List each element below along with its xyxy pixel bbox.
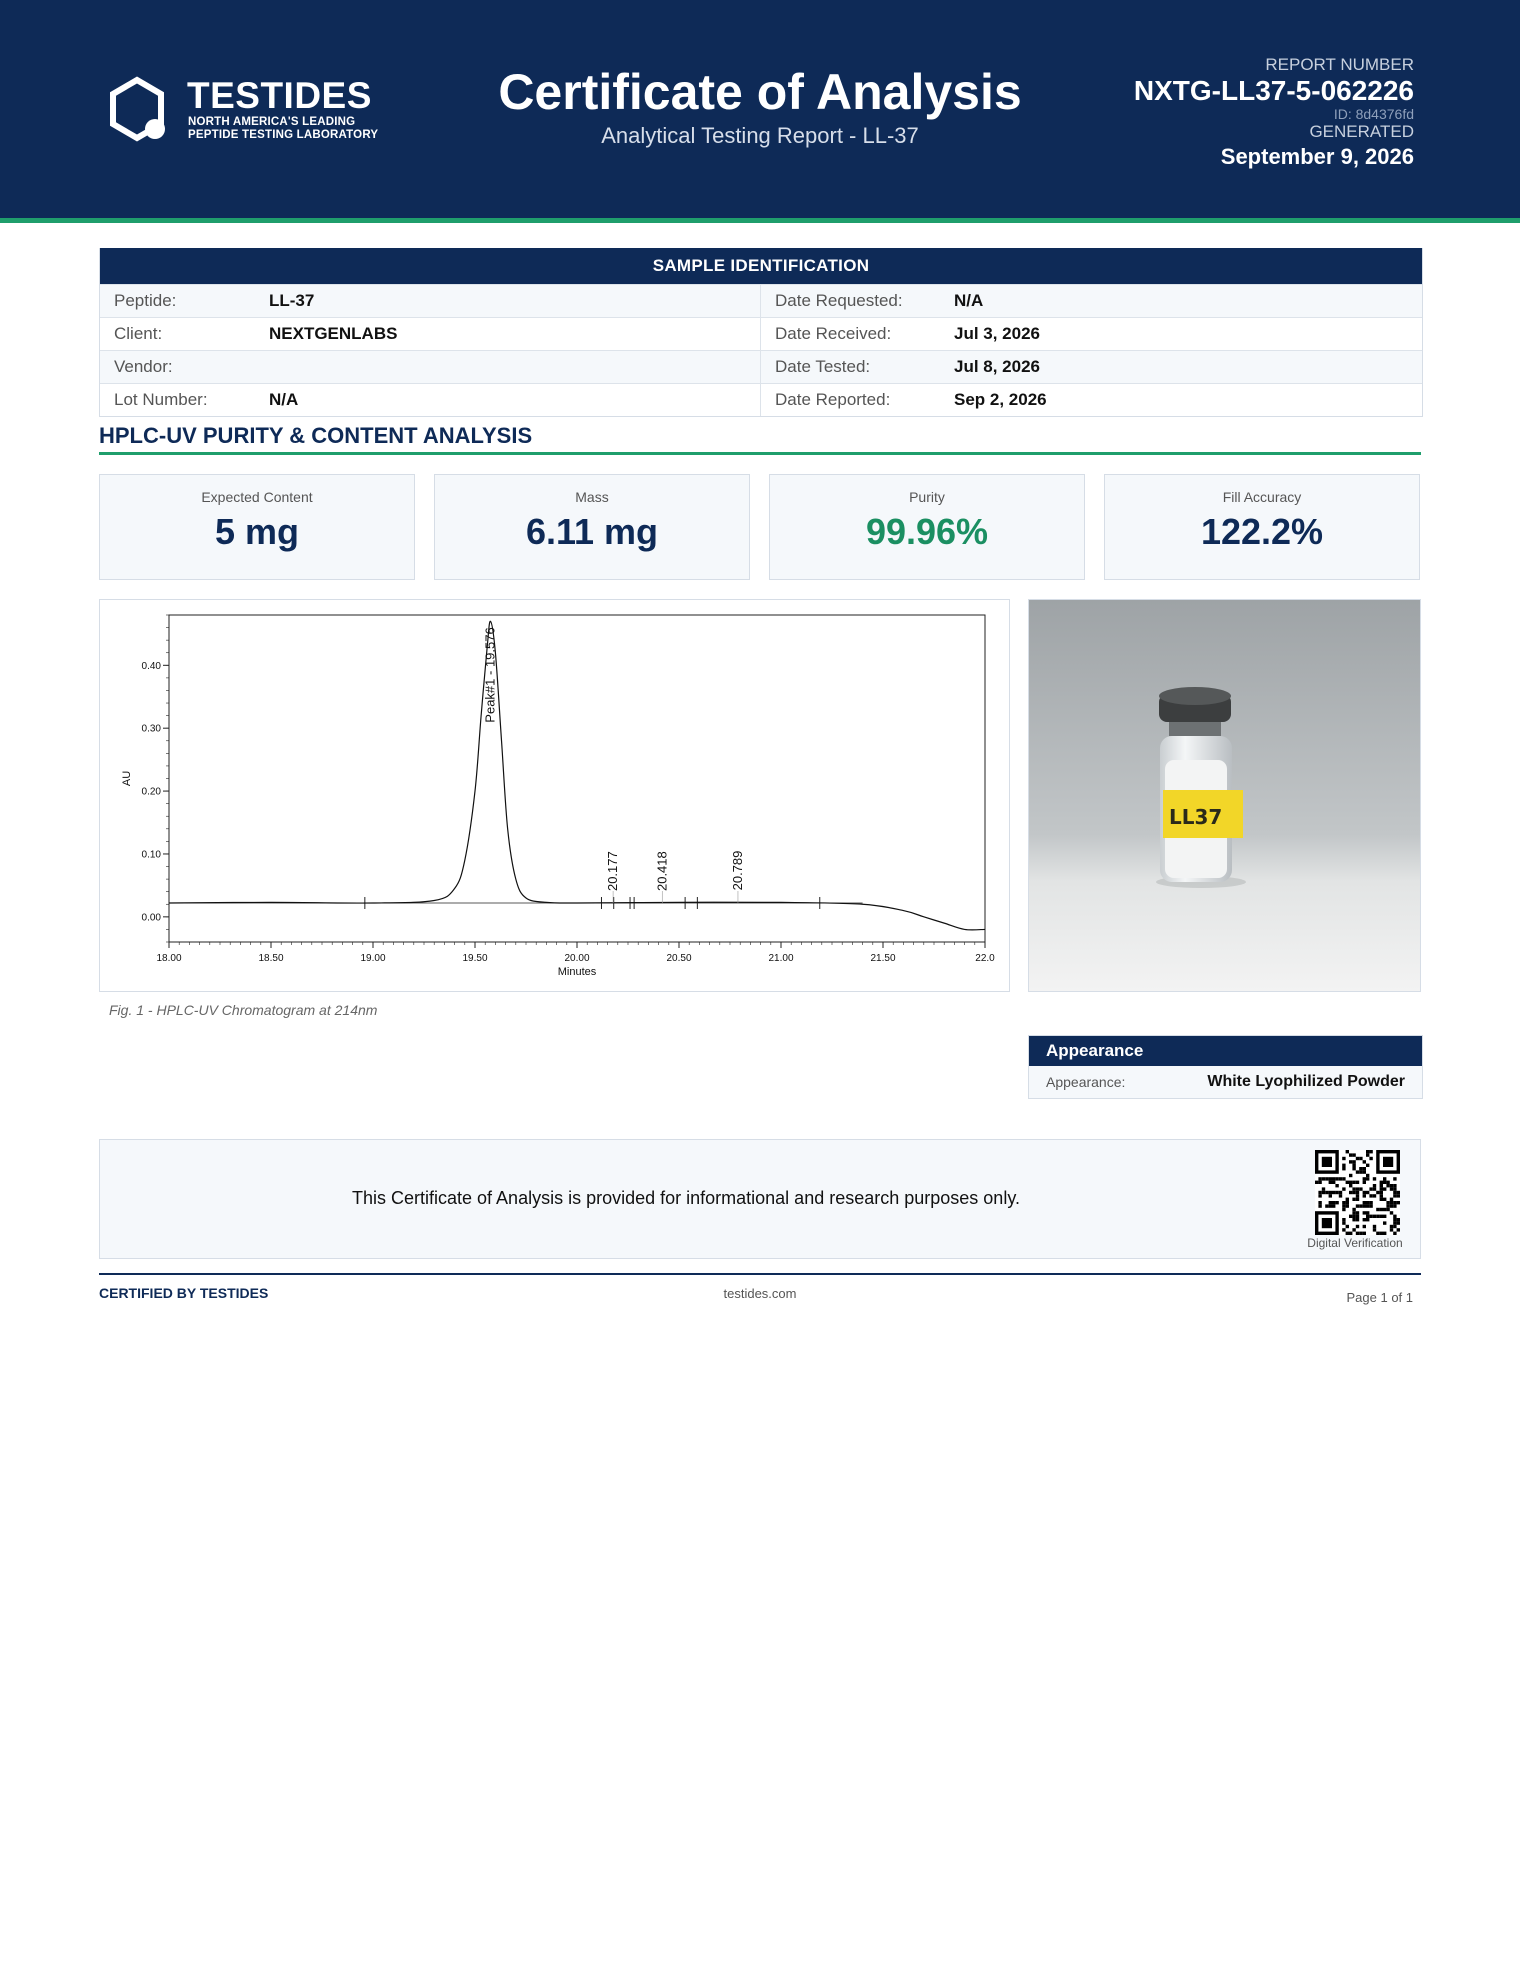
date-requested-value: N/A (954, 291, 984, 310)
metric-label: Fill Accuracy (1222, 489, 1302, 505)
y-tick-label: 0.30 (142, 724, 162, 735)
digital-verification-label: Digital Verification (1307, 1236, 1403, 1250)
page-number: Page 1 of 1 (1346, 1290, 1414, 1305)
report-number: NXTG-LL37-5-062226 (1133, 75, 1414, 106)
disclaimer-box: This Certificate of Analysis is provided… (99, 1139, 1421, 1259)
x-tick-label: 20.00 (564, 953, 589, 964)
x-tick-label: 21.00 (768, 953, 793, 964)
y-tick-label: 0.40 (142, 661, 162, 672)
date-tested-value: Jul 8, 2026 (954, 357, 1041, 376)
peak-label: Peak#1 - 19.576 (483, 627, 498, 722)
disclaimer-text: This Certificate of Analysis is provided… (352, 1188, 1020, 1208)
table-row: Peptide: LL-37 Date Requested: N/A (100, 284, 1422, 317)
generated-date: September 9, 2026 (1220, 144, 1414, 169)
table-row: Vendor: Date Tested: Jul 8, 2026 (100, 350, 1422, 383)
generated-label: GENERATED (1309, 122, 1414, 141)
metric-label: Expected Content (201, 489, 313, 505)
plot-frame (168, 614, 986, 943)
metric-value: 122.2% (1200, 511, 1324, 552)
peak-label: 20.418 (654, 851, 669, 891)
brand-tagline: NORTH AMERICA'S LEADING PEPTIDE TESTING … (188, 116, 379, 141)
y-tick-label: 0.20 (142, 787, 162, 798)
x-tick-label: 20.50 (666, 953, 691, 964)
peptide-value: LL-37 (269, 291, 315, 310)
metric-label: Mass (575, 489, 609, 505)
vendor-label: Vendor: (114, 357, 173, 376)
brand-name: TESTIDES (187, 75, 372, 116)
analysis-heading: HPLC-UV PURITY & CONTENT ANALYSIS (99, 423, 533, 448)
metric-label: Purity (909, 489, 945, 505)
metric-value: 6.11 mg (525, 511, 659, 552)
date-tested-label: Date Tested: (775, 357, 871, 376)
footer-website-link[interactable]: testides.com (610, 1286, 910, 1301)
page-subtitle: Analytical Testing Report - LL-37 (601, 123, 919, 148)
date-received-value: Jul 3, 2026 (954, 324, 1041, 343)
x-tick-label: 19.00 (360, 953, 385, 964)
metric-card-fill-accuracy: Fill Accuracy 122.2% (1104, 474, 1420, 580)
metric-value: 5 mg (214, 511, 300, 552)
report-info: REPORT NUMBER NXTG-LL37-5-062226 ID: 8d4… (1014, 55, 1414, 171)
metric-value: 99.96% (865, 511, 989, 552)
client-value: NEXTGENLABS (269, 324, 398, 343)
date-requested-label: Date Requested: (775, 291, 903, 310)
peak-label: 20.789 (730, 851, 745, 891)
peak-label: 20.177 (605, 851, 620, 891)
chromatogram-svg: 18.00 18.50 19.00 19.50 20.00 20.50 21.00 21.50… (121, 614, 995, 978)
appearance-label: Appearance: (1046, 1074, 1126, 1090)
table-row: Lot Number: N/A Date Reported: Sep 2, 2026 (100, 383, 1422, 416)
section-divider (99, 452, 1421, 455)
y-axis-label: AU (121, 771, 133, 786)
lot-number-label: Lot Number: (114, 390, 208, 409)
sample-identification-table: SAMPLE IDENTIFICATION Peptide: LL-37 Date… (99, 248, 1423, 417)
page-title: Certificate of Analysis (498, 64, 1022, 120)
vial-label-text: LL37 (1169, 805, 1222, 829)
x-axis-label: Minutes (558, 966, 597, 978)
y-tick-label: 0.10 (142, 849, 162, 860)
x-tick-label: 18.00 (156, 953, 181, 964)
vial-illustration: LL37 (1029, 600, 1420, 991)
lot-number-value: N/A (269, 390, 299, 409)
x-tick-label: 21.50 (870, 953, 895, 964)
metric-card-expected-content: Expected Content 5 mg (99, 474, 415, 580)
appearance-heading: Appearance (1029, 1036, 1422, 1066)
qr-code-icon[interactable] (1315, 1150, 1400, 1235)
sample-vial-photo: LL37 (1028, 599, 1421, 992)
x-tick-label: 19.50 (462, 953, 487, 964)
report-header: TESTIDES NORTH AMERICA'S LEADING PEPTIDE… (0, 0, 1520, 218)
report-id: ID: 8d4376fd (1333, 106, 1414, 122)
chromatogram-trace (168, 620, 986, 931)
table-row: Appearance: White Lyophilized Powder (1029, 1066, 1422, 1098)
appearance-value: White Lyophilized Powder (1207, 1073, 1405, 1090)
footer-divider (99, 1273, 1421, 1275)
appearance-table: Appearance Appearance: White Lyophilized… (1028, 1035, 1423, 1099)
testides-logo: TESTIDES NORTH AMERICA'S LEADING PEPTIDE… (108, 76, 408, 146)
metric-card-mass: Mass 6.11 mg (434, 474, 750, 580)
date-reported-value: Sep 2, 2026 (954, 390, 1047, 409)
chromatogram-chart: 18.00 18.50 19.00 19.50 20.00 20.50 21.00 21.50… (99, 599, 1010, 992)
sample-identification-heading: SAMPLE IDENTIFICATION (100, 248, 1422, 284)
hexagon-logo-icon (110, 76, 165, 142)
header-accent-stripe (0, 218, 1520, 223)
certified-by: CERTIFIED BY TESTIDES (99, 1285, 269, 1301)
figure-caption: Fig. 1 - HPLC-UV Chromatogram at 214nm (109, 1002, 378, 1018)
y-tick-label: 0.00 (142, 912, 162, 923)
date-reported-label: Date Reported: (775, 390, 891, 409)
report-number-label: REPORT NUMBER (1265, 55, 1414, 74)
peptide-label: Peptide: (114, 291, 177, 310)
metric-card-purity: Purity 99.96% (769, 474, 1085, 580)
table-row: Client: NEXTGENLABS Date Received: Jul 3, … (100, 317, 1422, 350)
date-received-label: Date Received: (775, 324, 892, 343)
x-tick-label: 22.0 (975, 953, 995, 964)
x-tick-label: 18.50 (258, 953, 283, 964)
client-label: Client: (114, 324, 163, 343)
